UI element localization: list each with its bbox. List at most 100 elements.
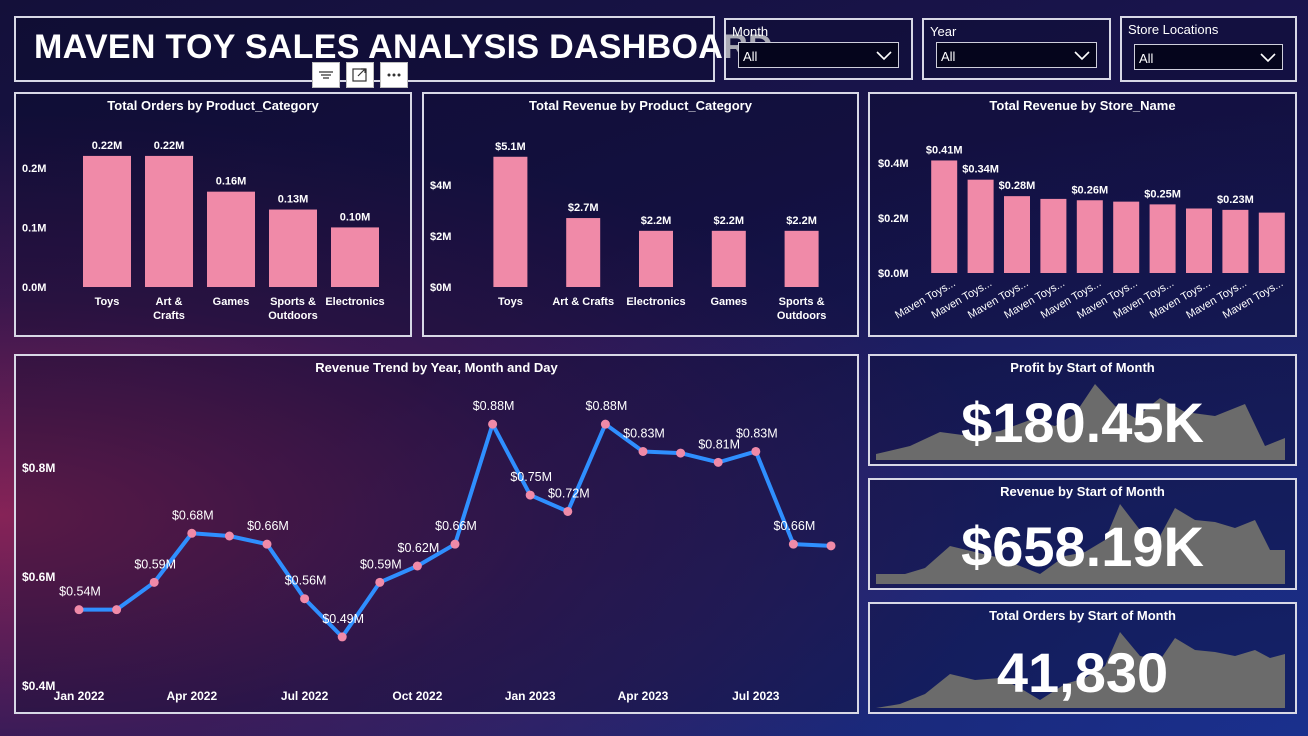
data-label: $0.56M [285,574,327,588]
data-label: $0.88M [586,399,628,413]
data-label: 0.13M [278,194,309,206]
data-label: 0.10M [340,211,371,223]
month-slicer-label: Month [732,24,769,39]
data-label: $0.72M [548,486,590,500]
x-tick-label: Apr 2022 [166,689,217,703]
data-label: $0.62M [398,541,440,555]
revenue-by-store-plot: $0.0M$0.2M$0.4M$0.41MMaven Toys...$0.34M… [878,144,1285,321]
chevron-down-icon [1260,53,1276,63]
bar [1149,204,1176,273]
store-locations-slicer[interactable]: Store Locations All [1120,16,1297,82]
y-tick-label: $0.4M [878,158,909,170]
data-label: $0.88M [473,399,515,413]
data-point [488,419,498,429]
data-point [638,446,648,456]
month-slicer[interactable]: Month All [724,18,913,80]
data-point [112,605,122,615]
data-point [525,490,535,500]
bar [639,230,673,287]
data-label: $5.1M [495,141,526,153]
y-tick-label: $0.4M [22,679,55,693]
chevron-down-icon [876,51,892,61]
bar [1113,201,1140,273]
data-label: $2.2M [714,215,745,227]
data-point [187,528,197,538]
x-tick-label: Jan 2022 [54,689,105,703]
year-slicer[interactable]: Year All [922,18,1111,80]
data-point [450,539,460,549]
y-tick-label: $0M [430,282,451,294]
kpi-title: Total Orders by Start of Month [989,608,1176,623]
orders-by-category-plot: 0.0M 0.1M 0.2M 0.22M Toys 0.22M Art & Crafts 0.1… [22,140,385,322]
y-tick-label: 0.1M [22,222,46,234]
bar [566,218,601,287]
y-tick-label: $0.6M [22,570,55,584]
data-label: $0.68M [172,508,214,522]
x-tick-label: Jul 2022 [281,689,329,703]
data-point [224,531,234,541]
data-label: $0.66M [774,519,816,533]
data-point [74,605,84,615]
x-tick-label: Toys [498,296,523,308]
orders-kpi-value: 41,830 [996,641,1169,704]
data-label: $0.59M [360,557,402,571]
bar [1076,200,1103,273]
x-tick-label: Art & Crafts [552,296,614,308]
orders-kpi-card: Total Orders by Start of Month 41,830 [868,602,1297,714]
data-label: $0.23M [1217,194,1254,206]
data-label: $0.66M [435,519,477,533]
data-label: $0.83M [736,426,778,440]
revenue-kpi-value: $658.19K [961,515,1204,578]
data-point [713,457,723,467]
data-point [375,577,385,587]
year-dropdown-value: All [941,49,956,64]
data-point [337,632,347,642]
bar [83,155,131,287]
data-label: $0.59M [134,557,176,571]
data-point [826,541,836,551]
store-locations-dropdown[interactable]: All [1134,44,1283,70]
revenue-trend-plot: $0.4M $0.6M $0.8M Jan 2022 Apr 2022 Jul 2022 O… [22,399,836,703]
orders-by-category-chart: Total Orders by Product_Category 0.0M 0.1… [14,92,412,337]
x-tick-label: Crafts [153,310,185,322]
bar [1040,198,1067,273]
profit-kpi-card: Profit by Start of Month $180.45K [868,354,1297,466]
data-point [600,419,610,429]
x-tick-label: Electronics [325,296,384,308]
data-label: $0.49M [322,612,364,626]
bar [1004,196,1030,273]
filter-lines-icon[interactable] [312,62,340,88]
more-options-icon[interactable] [380,62,408,88]
data-label: $0.54M [59,585,101,599]
data-point [149,577,159,587]
revenue-by-category-plot: $0M $2M $4M $5.1M Toys $2.7M Art & Crafts $2.2M… [430,141,826,322]
x-tick-label: Sports & [779,296,825,308]
month-dropdown[interactable]: All [738,42,899,68]
y-tick-label: $0.0M [878,268,909,280]
data-label: 0.16M [216,176,247,188]
data-label: $0.34M [962,164,999,176]
x-tick-label: Apr 2023 [618,689,669,703]
x-tick-label: Jul 2023 [732,689,780,703]
data-label: $0.26M [1071,184,1108,196]
year-dropdown[interactable]: All [936,42,1097,68]
focus-mode-icon[interactable] [346,62,374,88]
kpi-title: Revenue by Start of Month [1000,484,1165,499]
data-label: $0.75M [510,470,552,484]
bar [931,160,958,273]
profit-kpi-value: $180.45K [961,391,1204,454]
bar [207,191,255,287]
data-label: $0.28M [999,180,1036,192]
bar [711,230,746,287]
data-label: 0.22M [154,140,185,152]
bar [967,179,994,273]
year-slicer-label: Year [930,24,957,39]
data-label: $0.41M [926,144,963,156]
x-tick-label: Sports & [270,296,316,308]
data-point [563,506,573,516]
revenue-by-store-chart: Total Revenue by Store_Name $0.0M $0.2M $0… [868,92,1297,337]
data-point [676,448,686,458]
bar [145,155,193,287]
bar [1186,208,1212,273]
data-label: 0.22M [92,140,123,152]
